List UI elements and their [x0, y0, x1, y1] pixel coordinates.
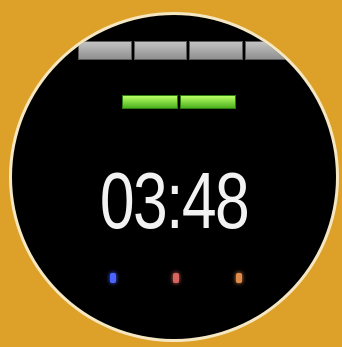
indicator-red [173, 273, 179, 283]
tab-1[interactable] [78, 41, 132, 60]
tab-4[interactable] [244, 41, 298, 60]
tab-3[interactable] [189, 41, 243, 60]
action-button-1[interactable] [122, 95, 178, 109]
tab-bar [78, 41, 298, 60]
indicator-blue [110, 273, 116, 283]
time-display: 03:48 [99, 156, 250, 245]
indicator-orange [236, 273, 242, 283]
action-button-2[interactable] [180, 95, 236, 109]
status-indicators [110, 273, 242, 289]
action-buttons [122, 95, 236, 109]
watch-face: 03:48 [12, 15, 336, 339]
tab-2[interactable] [133, 41, 187, 60]
